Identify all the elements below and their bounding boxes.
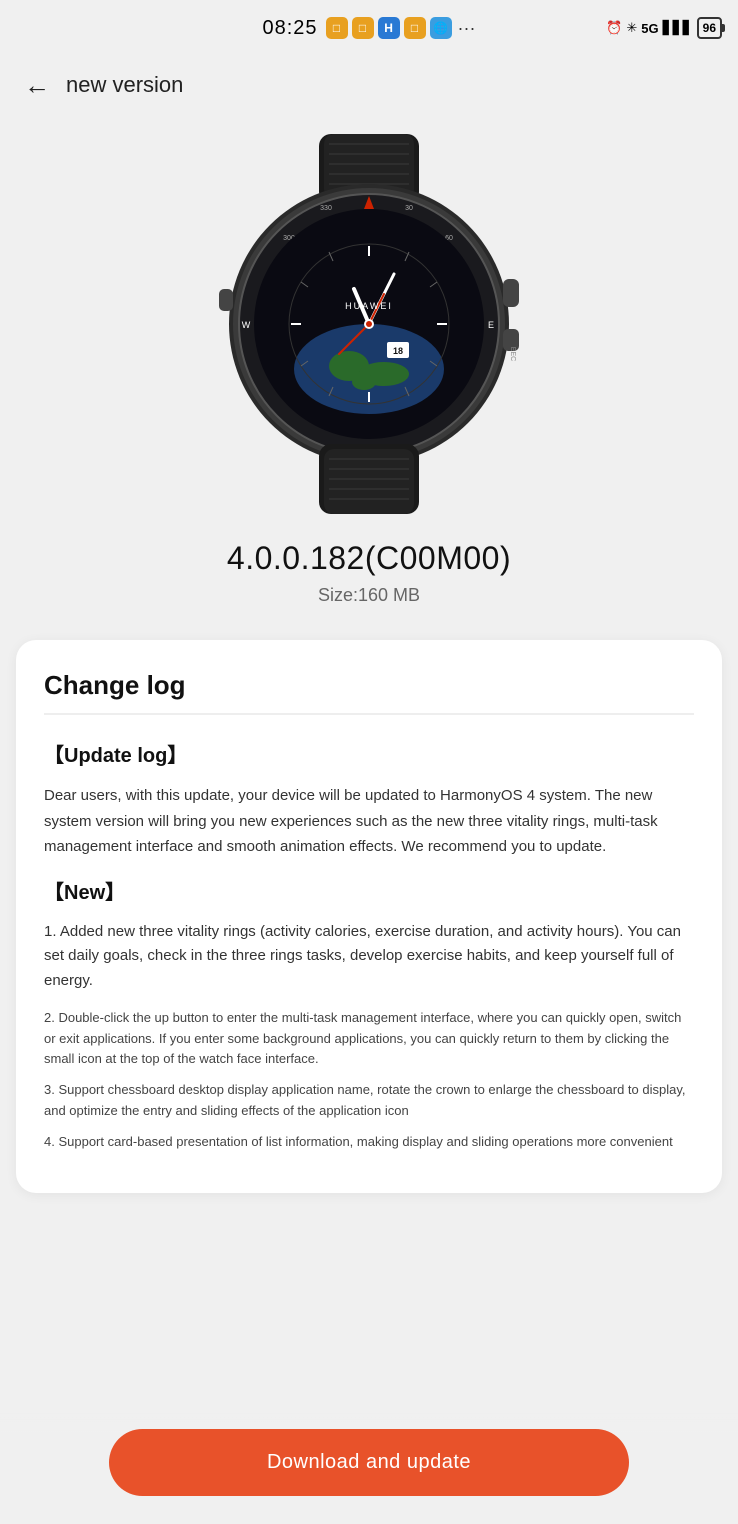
app-icon-3: H (378, 17, 400, 39)
svg-text:HUAWEI: HUAWEI (345, 301, 393, 311)
more-icon: ··· (458, 18, 476, 39)
bottom-bar: Download and update (0, 1413, 738, 1524)
page-title: new version (66, 72, 183, 98)
app-icon-1: □ (326, 17, 348, 39)
status-time: 08:25 (262, 17, 317, 40)
watch-image-area: N S W E 30 60 90 120 150 330 300 270 240… (0, 114, 738, 524)
svg-text:330: 330 (320, 205, 332, 212)
changelog-title: Change log (44, 670, 694, 715)
signal-icon: ▋▋▋ (663, 20, 693, 36)
changelog-body: 【Update log】 Dear users, with this updat… (44, 739, 694, 1153)
download-update-button[interactable]: Download and update (109, 1429, 629, 1496)
app-icon-4: □ (404, 17, 426, 39)
changelog-item-2: 2. Double-click the up button to enter t… (44, 1008, 694, 1070)
5g-label: 5G (641, 21, 658, 36)
bluetooth-icon: ✳ (626, 20, 637, 36)
new-header: 【New】 (44, 876, 694, 910)
alarm-icon: ⏰ (606, 20, 622, 36)
update-log-body: Dear users, with this update, your devic… (44, 783, 694, 860)
update-log-header: 【Update log】 (44, 739, 694, 773)
app-icon-5: 🌐 (430, 17, 452, 39)
version-number: 4.0.0.182(C00M00) (0, 540, 738, 577)
back-button[interactable]: ← (24, 72, 50, 98)
svg-text:W: W (242, 320, 251, 330)
status-icons: □ □ H □ 🌐 ··· (326, 17, 476, 39)
status-right: ⏰ ✳ 5G ▋▋▋ 96 (606, 17, 722, 39)
version-size: Size:160 MB (0, 585, 738, 606)
battery-indicator: 96 (697, 17, 722, 39)
svg-text:18: 18 (393, 346, 403, 356)
status-bar: 08:25 □ □ H □ 🌐 ··· ⏰ ✳ 5G ▋▋▋ 96 (0, 0, 738, 56)
svg-text:30: 30 (405, 205, 413, 212)
changelog-item-1: 1. Added new three vitality rings (activ… (44, 920, 694, 994)
svg-text:E: E (488, 320, 494, 330)
changelog-item-3: 3. Support chessboard desktop display ap… (44, 1080, 694, 1122)
watch-image: N S W E 30 60 90 120 150 330 300 270 240… (209, 134, 529, 514)
app-icon-2: □ (352, 17, 374, 39)
changelog-item-4: 4. Support card-based presentation of li… (44, 1132, 694, 1153)
header: ← new version (0, 56, 738, 114)
svg-text:EEC: EEC (509, 347, 516, 361)
version-info: 4.0.0.182(C00M00) Size:160 MB (0, 524, 738, 616)
changelog-card: Change log 【Update log】 Dear users, with… (16, 640, 722, 1193)
